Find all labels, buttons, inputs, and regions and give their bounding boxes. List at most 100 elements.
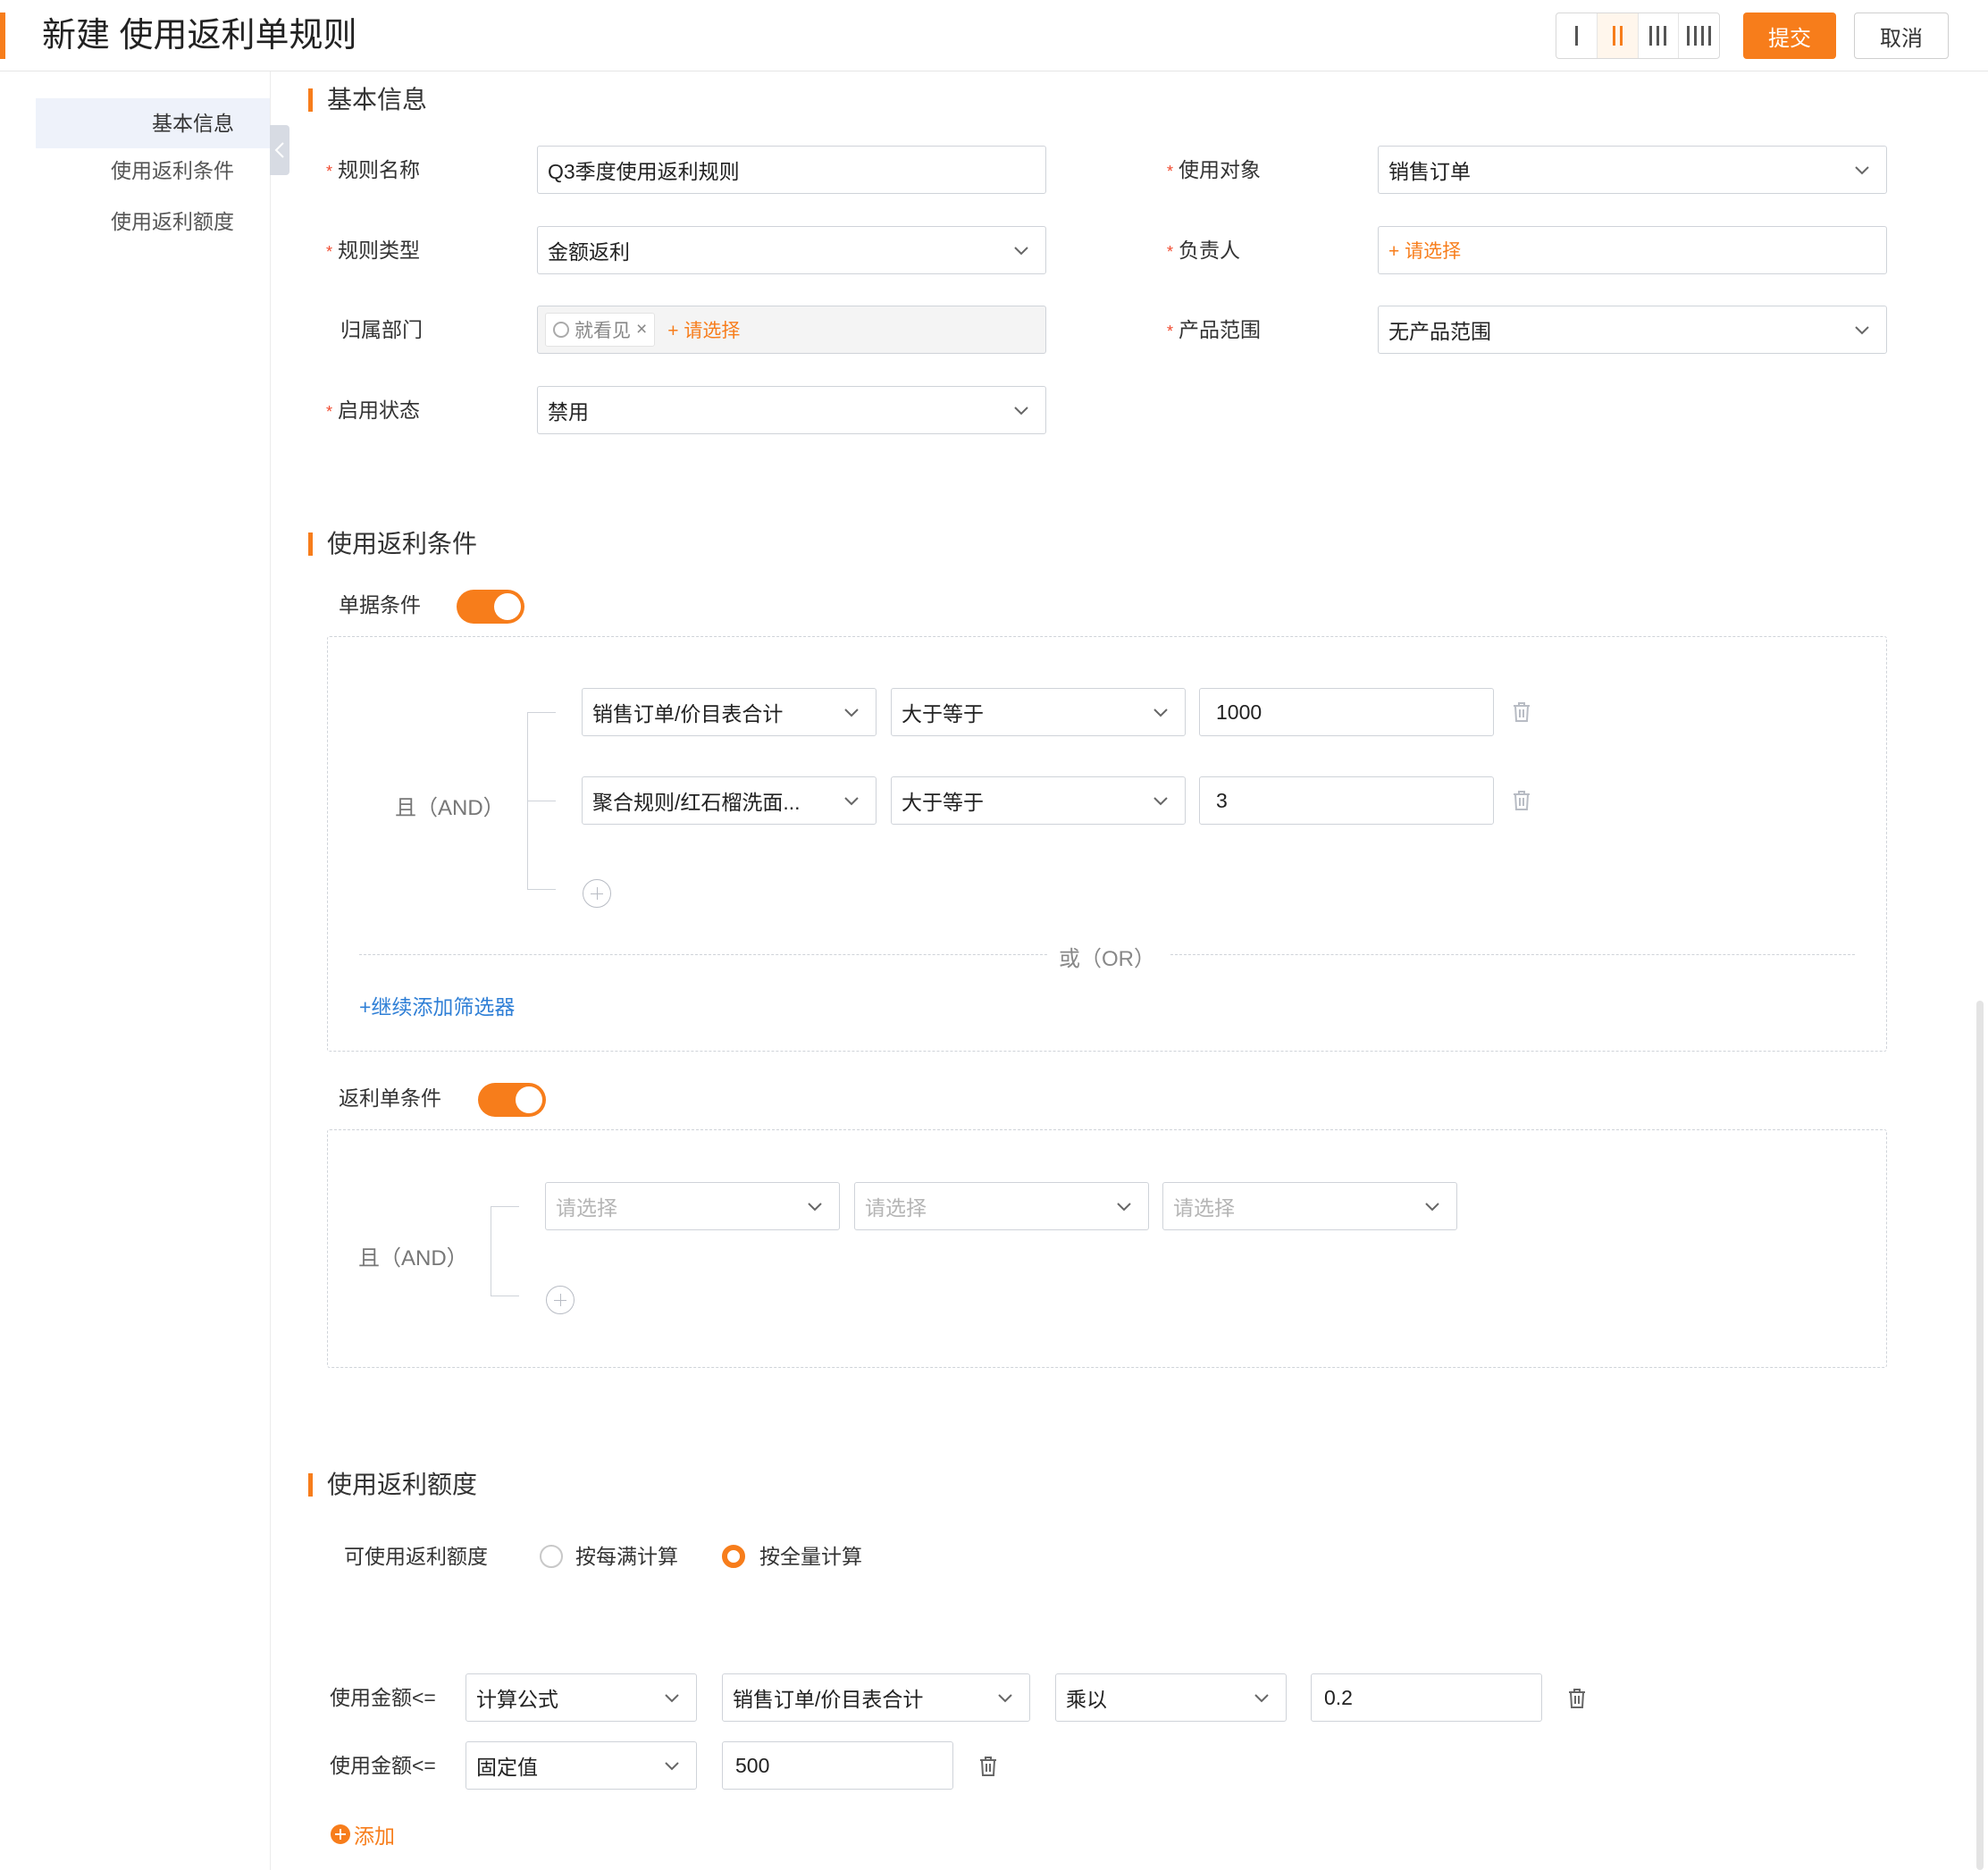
doc-condition-toggle[interactable] bbox=[457, 590, 524, 624]
submit-button[interactable]: 提交 bbox=[1743, 13, 1836, 59]
sidebar-divider bbox=[270, 71, 271, 1870]
section-accent-bar bbox=[308, 1473, 313, 1497]
chevron-down-icon bbox=[844, 709, 859, 717]
required-asterisk: * bbox=[326, 403, 333, 421]
add-label: 添加 bbox=[354, 1824, 395, 1848]
chevron-down-icon bbox=[1425, 1203, 1439, 1212]
layout-4-column-button[interactable] bbox=[1679, 13, 1719, 58]
layout-3-column-button[interactable] bbox=[1639, 13, 1680, 58]
add-condition-plus-icon[interactable] bbox=[583, 879, 611, 908]
rule-name-input[interactable]: Q3季度使用返利规则 bbox=[537, 146, 1046, 194]
plus-circle-icon bbox=[331, 1824, 350, 1844]
chevron-down-icon bbox=[665, 1694, 679, 1703]
layout-1-column-button[interactable] bbox=[1556, 13, 1598, 58]
usage-amount-label: 使用金额<= bbox=[330, 1754, 436, 1777]
chevron-left-icon bbox=[274, 142, 284, 158]
toggle-knob bbox=[494, 593, 521, 620]
rebate-condition-box bbox=[327, 1129, 1887, 1368]
bracket-tick bbox=[491, 1206, 519, 1207]
radio-full-amount-label[interactable]: 按全量计算 bbox=[759, 1542, 862, 1571]
department-label: 归属部门 bbox=[340, 318, 423, 341]
chevron-down-icon bbox=[1153, 797, 1168, 806]
org-circle-icon bbox=[553, 322, 569, 338]
chevron-down-icon bbox=[1117, 1203, 1131, 1212]
layout-2-column-button[interactable] bbox=[1597, 13, 1639, 58]
section-accent-bar bbox=[308, 532, 313, 556]
condition-field-select[interactable]: 聚合规则/红石榴洗面... bbox=[582, 776, 877, 825]
toggle-knob bbox=[516, 1086, 542, 1113]
formula-field-select[interactable]: 销售订单/价目表合计 bbox=[722, 1673, 1030, 1722]
trash-icon[interactable] bbox=[1511, 700, 1532, 724]
four-column-icon bbox=[1687, 26, 1712, 46]
column-layout-switcher bbox=[1556, 13, 1720, 59]
rebate-value-select[interactable]: 请选择 bbox=[1162, 1182, 1457, 1230]
chevron-down-icon bbox=[665, 1762, 679, 1771]
rule-name-label: * 规则名称 bbox=[326, 158, 421, 181]
chevron-down-icon bbox=[844, 797, 859, 806]
required-asterisk: * bbox=[326, 243, 333, 261]
condition-value-input[interactable]: 3 bbox=[1199, 776, 1494, 825]
trash-icon[interactable] bbox=[1511, 789, 1532, 812]
bracket-tick bbox=[527, 889, 556, 890]
page-header: 新建 使用返利单规则 提交 取消 bbox=[0, 0, 1988, 71]
rebate-operator-select[interactable]: 请选择 bbox=[854, 1182, 1149, 1230]
and-label: 且（AND） bbox=[358, 1246, 468, 1270]
amount-type-select[interactable]: 计算公式 bbox=[466, 1673, 697, 1722]
cancel-button[interactable]: 取消 bbox=[1854, 13, 1949, 59]
owner-picker[interactable]: + 请选择 bbox=[1378, 226, 1887, 274]
chevron-down-icon bbox=[1014, 247, 1028, 256]
or-label: 或（OR） bbox=[1059, 947, 1155, 971]
chevron-down-icon bbox=[1153, 709, 1168, 717]
rule-type-label: * 规则类型 bbox=[326, 239, 421, 262]
trash-icon[interactable] bbox=[1566, 1687, 1588, 1710]
required-asterisk: * bbox=[1167, 243, 1174, 261]
target-select[interactable]: 销售订单 bbox=[1378, 146, 1887, 194]
sidebar-item-rebate-quota[interactable]: 使用返利额度 bbox=[36, 197, 270, 247]
two-column-icon bbox=[1612, 26, 1623, 46]
trash-icon[interactable] bbox=[977, 1755, 999, 1778]
sidebar-collapse-toggle[interactable] bbox=[270, 125, 289, 175]
chevron-down-icon bbox=[998, 1694, 1012, 1703]
one-column-icon bbox=[1574, 26, 1578, 46]
product-range-label: * 产品范围 bbox=[1167, 318, 1262, 341]
formula-value-input[interactable]: 0.2 bbox=[1311, 1673, 1542, 1722]
section-accent-bar bbox=[308, 88, 313, 112]
condition-value-input[interactable]: 1000 bbox=[1199, 688, 1494, 736]
radio-per-threshold[interactable] bbox=[540, 1545, 563, 1568]
owner-label: * 负责人 bbox=[1167, 239, 1241, 262]
required-asterisk: * bbox=[1167, 163, 1174, 180]
chevron-down-icon bbox=[1014, 407, 1028, 415]
sidebar-item-rebate-conditions[interactable]: 使用返利条件 bbox=[36, 146, 270, 196]
section-title: 使用返利条件 bbox=[327, 530, 478, 558]
add-filter-link[interactable]: +继续添加筛选器 bbox=[359, 990, 515, 1020]
usage-amount-label: 使用金额<= bbox=[330, 1686, 436, 1709]
rule-type-select[interactable]: 金额返利 bbox=[537, 226, 1046, 274]
radio-full-amount[interactable] bbox=[722, 1545, 745, 1568]
department-add-link[interactable]: + 请选择 bbox=[667, 316, 740, 343]
rebate-condition-toggle[interactable] bbox=[478, 1083, 546, 1117]
amount-type-select[interactable]: 固定值 bbox=[466, 1741, 697, 1790]
department-tag: 就看见 × bbox=[545, 313, 656, 347]
product-range-select[interactable]: 无产品范围 bbox=[1378, 306, 1887, 354]
add-condition-plus-icon[interactable] bbox=[546, 1286, 575, 1314]
sidebar-item-basic-info[interactable]: 基本信息 bbox=[36, 98, 270, 148]
fixed-value-input[interactable]: 500 bbox=[722, 1741, 953, 1790]
condition-operator-select[interactable]: 大于等于 bbox=[891, 688, 1186, 736]
target-label: * 使用对象 bbox=[1167, 158, 1262, 181]
bracket-tick bbox=[527, 712, 556, 713]
header-accent-bar bbox=[0, 13, 5, 59]
page-title: 新建 使用返利单规则 bbox=[42, 17, 357, 55]
department-picker[interactable]: 就看见 × + 请选择 bbox=[537, 306, 1046, 354]
rebate-condition-label: 返利单条件 bbox=[339, 1086, 441, 1110]
condition-field-select[interactable]: 销售订单/价目表合计 bbox=[582, 688, 877, 736]
section-title: 使用返利额度 bbox=[327, 1471, 478, 1498]
radio-per-threshold-label[interactable]: 按每满计算 bbox=[575, 1542, 678, 1571]
condition-operator-select[interactable]: 大于等于 bbox=[891, 776, 1186, 825]
formula-operator-select[interactable]: 乘以 bbox=[1055, 1673, 1287, 1722]
rebate-field-select[interactable]: 请选择 bbox=[545, 1182, 840, 1230]
tag-close-icon[interactable]: × bbox=[636, 319, 647, 340]
required-asterisk: * bbox=[1167, 323, 1174, 340]
scrollbar[interactable] bbox=[1976, 1001, 1984, 1870]
status-select[interactable]: 禁用 bbox=[537, 386, 1046, 434]
add-quota-row-button[interactable]: 添加 bbox=[331, 1819, 395, 1849]
